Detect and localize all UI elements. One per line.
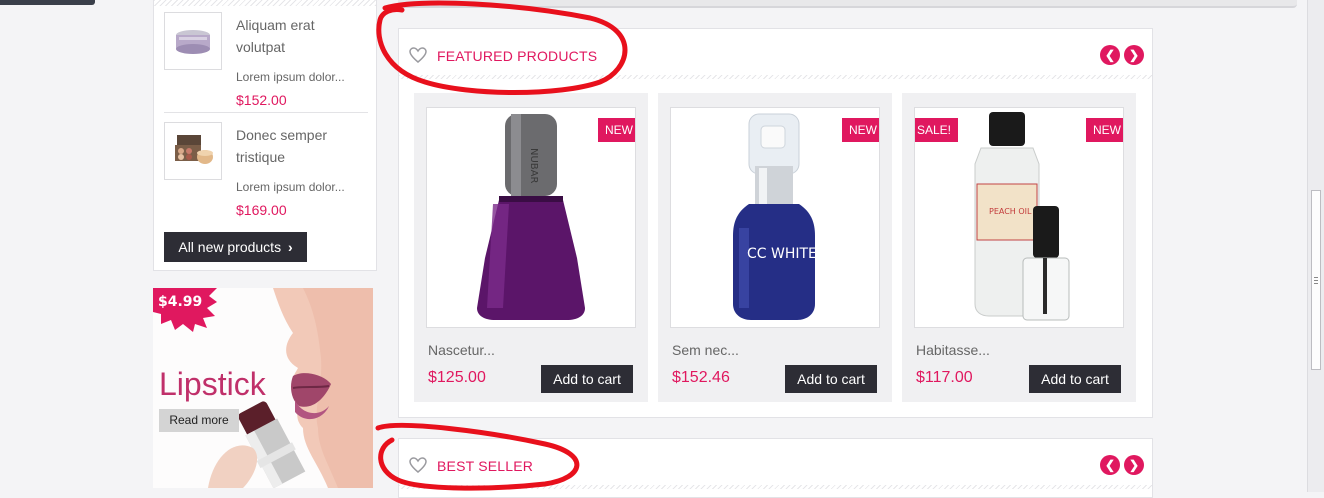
product-image[interactable]: PEACH OIL SALE! NEW [914,107,1124,328]
heart-icon [409,457,427,473]
grip-line [1314,283,1318,284]
scrollbar-thumb[interactable] [1311,190,1321,370]
product-image[interactable]: CC WHITE ホワイト NEW [670,107,880,328]
grip-line [1314,280,1318,281]
ad-price: $4.99 [158,294,203,310]
new-product-name[interactable]: Donec semper tristique [236,124,366,168]
product-thumbnail[interactable] [164,122,222,180]
carousel-prev-button[interactable]: ❮ [1100,45,1120,65]
product-card[interactable]: CC WHITE ホワイト NEW Sem nec... $152.46 Add… [658,93,892,402]
new-badge: NEW [1086,118,1123,142]
ad-title: Lipstick [159,366,266,402]
best-seller-section: BEST SELLER ❮ ❯ [398,438,1153,498]
new-product-price: $152.00 [236,92,287,108]
carousel-prev-button[interactable]: ❮ [1100,455,1120,475]
top-banner-edge [398,0,1297,8]
carousel-next-button[interactable]: ❯ [1124,455,1144,475]
product-price: $117.00 [916,369,973,386]
chevron-left-icon: ❮ [1104,458,1116,472]
nail-polish-brand: NUBAR [528,148,539,184]
product-name[interactable]: Nascetur... [428,342,495,358]
product-name[interactable]: Sem nec... [672,342,739,358]
featured-products-header: FEATURED PRODUCTS ❮ ❯ [399,29,1152,79]
new-product-item[interactable]: Donec semper tristique Lorem ipsum dolor… [164,122,368,222]
lipstick-ad-banner[interactable]: $4.99 Lipstick Read more [153,288,373,488]
best-seller-header: BEST SELLER ❮ ❯ [399,439,1152,489]
peach-oil-label: PEACH OIL [989,207,1032,216]
panel-divider-pattern [154,0,376,6]
vertical-scrollbar[interactable] [1307,0,1324,492]
new-product-name[interactable]: Aliquam erat volutpat [236,14,366,58]
product-price: $152.46 [672,369,730,386]
top-tab[interactable] [0,0,95,5]
header-divider-pattern [399,485,1152,489]
add-to-cart-button[interactable]: Add to cart [541,365,633,393]
new-product-item[interactable]: Aliquam erat volutpat Lorem ipsum dolor.… [164,12,368,112]
product-card[interactable]: NUBAR NEW Nascetur... $125.00 Add to car… [414,93,648,402]
section-title: BEST SELLER [437,458,534,474]
read-more-button[interactable]: Read more [159,409,239,432]
all-new-products-label: All new products [178,239,282,255]
product-thumbnail[interactable] [164,12,222,70]
makeup-palette-image [175,135,213,164]
cream-jar-image [176,30,210,54]
heart-icon [409,47,427,63]
new-badge: NEW [842,118,879,142]
product-price: $125.00 [428,369,486,386]
bottle-label-text: CC WHITE ホワイト [747,246,877,262]
new-product-description: Lorem ipsum dolor... [236,180,345,194]
new-product-description: Lorem ipsum dolor... [236,70,345,84]
chevron-right-icon: › [287,239,293,255]
chevron-left-icon: ❮ [1104,48,1116,62]
item-divider [164,112,368,113]
add-to-cart-button[interactable]: Add to cart [1029,365,1121,393]
all-new-products-button[interactable]: All new products › [164,232,307,262]
new-products-panel: Aliquam erat volutpat Lorem ipsum dolor.… [153,0,377,271]
chevron-right-icon: ❯ [1128,458,1140,472]
product-card[interactable]: PEACH OIL SALE! NEW Habitasse... $117.00… [902,93,1136,402]
product-name[interactable]: Habitasse... [916,342,990,358]
new-product-price: $169.00 [236,202,287,218]
add-to-cart-button[interactable]: Add to cart [785,365,877,393]
product-image[interactable]: NUBAR NEW [426,107,636,328]
new-badge: NEW [598,118,635,142]
grip-line [1314,277,1318,278]
header-divider-pattern [399,75,1152,79]
carousel-next-button[interactable]: ❯ [1124,45,1144,65]
section-title: FEATURED PRODUCTS [437,48,598,64]
chevron-right-icon: ❯ [1128,48,1140,62]
sale-badge: SALE! [915,118,959,147]
